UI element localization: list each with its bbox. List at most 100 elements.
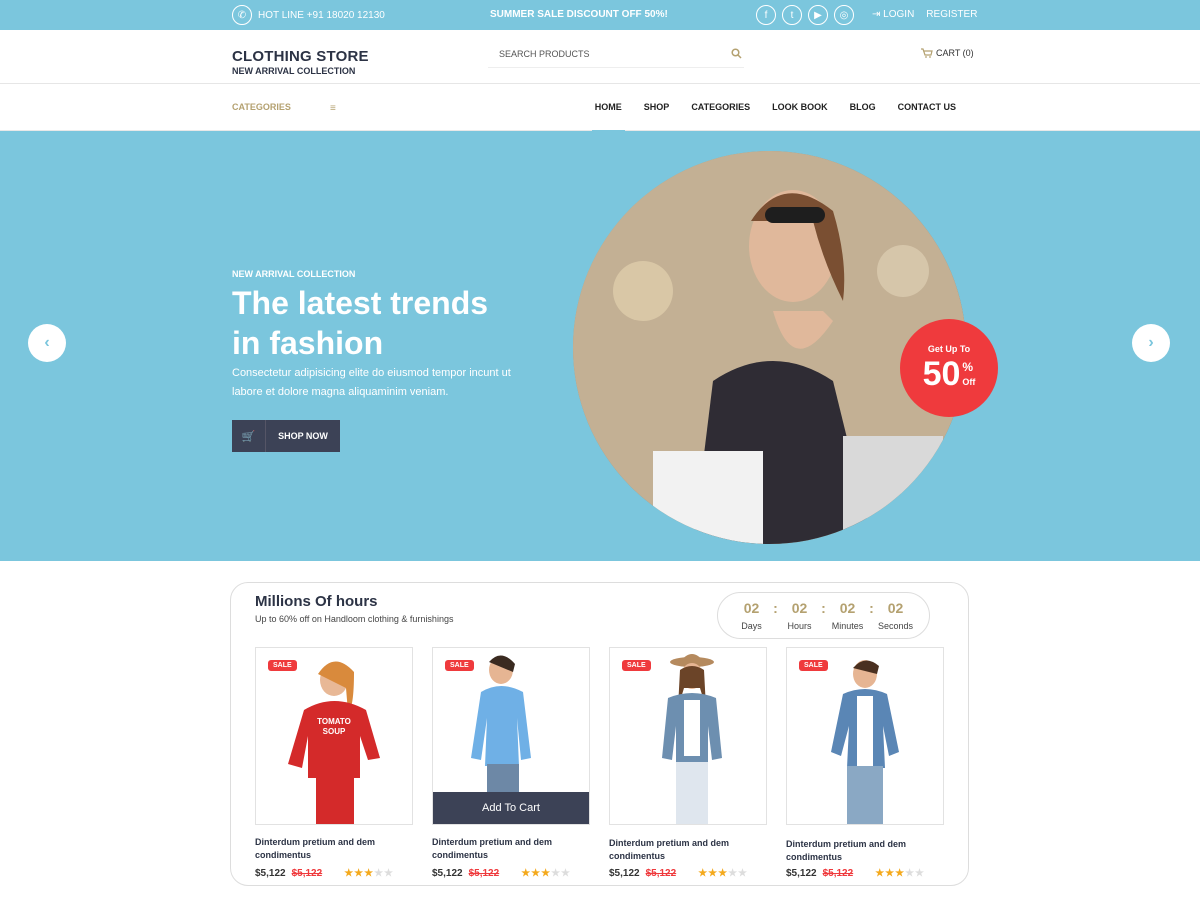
cart-link[interactable]: CART (0) [921,48,974,58]
rating-stars: ★★★★★ [521,868,572,879]
product-name[interactable]: Dinterdum pretium and dem condimentus [609,837,759,863]
deal-section: Millions Of hours Up to 60% off on Handl… [230,582,969,886]
product-card[interactable]: SALE Add To Cart [432,647,590,825]
rating-stars: ★★★★★ [344,868,395,879]
cart-icon [921,48,933,58]
timer-value: 02 [839,600,856,616]
sale-badge: SALE [622,660,651,671]
badge-top: Get Up To [927,344,971,354]
next-slide-button[interactable]: › [1132,324,1170,362]
timer-value: 02 [743,600,760,616]
nav-look-book[interactable]: LOOK BOOK [761,84,839,131]
timer-label: Seconds [877,621,914,631]
hero-text: Consectetur adipisicing elite do eiusmod… [232,367,511,398]
register-link[interactable]: REGISTER [926,9,977,20]
product-card[interactable]: SALE [609,647,767,825]
current-price: $5,122 [432,868,463,879]
badge-number: 50 [922,355,961,393]
prev-slide-button[interactable]: ‹ [28,324,66,362]
search-input[interactable] [499,48,719,59]
timer-seconds: 02 Seconds [876,600,916,631]
product-image [831,660,899,824]
product-name[interactable]: Dinterdum pretium and dem condimentus [786,838,936,864]
rating-stars: ★★★★★ [698,868,749,879]
shop-now-label: SHOP NOW [278,431,328,441]
rating-stars: ★★★★★ [875,868,926,879]
timer-label: Hours [787,621,812,631]
timer-separator: : [869,600,874,616]
header: CLOTHING STORE NEW ARRIVAL COLLECTION CA… [0,30,1200,84]
badge-off: Off [962,377,976,387]
old-price: $5,122 [291,868,323,879]
current-price: $5,122 [255,868,286,879]
deal-title: Millions Of hours [255,593,378,610]
add-to-cart-button[interactable]: Add To Cart [433,792,589,824]
facebook-icon[interactable]: f [756,5,776,25]
timer-value: 02 [791,600,808,616]
nav-shop[interactable]: SHOP [633,84,681,131]
hero-eyebrow: NEW ARRIVAL COLLECTION [232,269,356,279]
timer-separator: : [773,600,778,616]
sale-badge: SALE [445,660,474,671]
sale-badge: SALE [799,660,828,671]
product-price: $5,122 $5,122 ★★★★★ [255,868,394,879]
product-price: $5,122 $5,122 ★★★★★ [609,868,748,879]
sale-badge: SALE [268,660,297,671]
timer-minutes: 02 Minutes [828,600,868,631]
badge-percent: % [962,360,974,374]
search-icon[interactable] [731,48,742,59]
current-price: $5,122 [609,868,640,879]
twitter-icon[interactable]: t [782,5,802,25]
social-links: f t ▶ ◎ [756,5,854,25]
promo-text: SUMMER SALE DISCOUNT OFF 50%! [490,9,668,20]
search-box [488,40,744,68]
main-nav: CATEGORIES ≡ HOME SHOP CATEGORIES LOOK B… [0,84,1200,132]
menu: HOME SHOP CATEGORIES LOOK BOOK BLOG CONT… [584,84,967,132]
chevron-right-icon: › [1148,334,1154,351]
product-name[interactable]: Dinterdum pretium and dem condimentus [432,836,582,862]
cart-icon: 🛒 [232,420,266,452]
countdown-timer: 02 Days : 02 Hours : 02 Minutes : 02 Seconds [717,592,930,639]
categories-dropdown[interactable]: CATEGORIES [232,102,291,112]
svg-text:SOUP: SOUP [323,727,346,736]
product-price: $5,122 $5,122 ★★★★★ [432,868,571,879]
old-price: $5,122 [468,868,500,879]
login-icon: ⇥ [872,9,881,20]
current-price: $5,122 [786,868,817,879]
menu-lines-icon[interactable]: ≡ [330,103,336,114]
product-price: $5,122 $5,122 ★★★★★ [786,868,925,879]
timer-label: Days [741,621,762,631]
svg-text:TOMATO: TOMATO [317,717,351,726]
login-link[interactable]: ⇥ LOGIN [872,9,914,20]
store-title: CLOTHING STORE [232,48,369,65]
old-price: $5,122 [645,868,677,879]
nav-contact-us[interactable]: CONTACT US [887,84,967,131]
timer-label: Minutes [831,621,864,631]
nav-home[interactable]: HOME [584,84,633,132]
timer-hours: 02 Hours [780,600,820,631]
instagram-icon[interactable]: ◎ [834,5,854,25]
hotline-text: HOT LINE +91 18020 12130 [258,9,385,21]
product-image: TOMATO SOUP [288,661,380,824]
nav-categories[interactable]: CATEGORIES [680,84,761,131]
discount-badge: Get Up To 50 % Off [900,319,998,417]
logo[interactable]: CLOTHING STORE NEW ARRIVAL COLLECTION [232,48,369,76]
login-label: LOGIN [883,9,915,20]
auth-links: ⇥ LOGIN REGISTER [872,9,977,20]
phone-icon: ✆ [232,5,252,25]
hotline: ✆ HOT LINE +91 18020 12130 [232,5,385,25]
cart-label: CART (0) [936,48,974,58]
product-card[interactable]: SALE [786,647,944,825]
product-name[interactable]: Dinterdum pretium and dem condimentus [255,836,405,862]
top-bar: ✆ HOT LINE +91 18020 12130 SUMMER SALE D… [0,0,1200,30]
nav-blog[interactable]: BLOG [839,84,887,131]
timer-separator: : [821,600,826,616]
hero-title: The latest trends in fashion [232,285,489,361]
store-subtitle: NEW ARRIVAL COLLECTION [232,66,356,76]
youtube-icon[interactable]: ▶ [808,5,828,25]
deal-subtitle: Up to 60% off on Handloom clothing & fur… [255,614,454,624]
old-price: $5,122 [822,868,854,879]
product-card[interactable]: SALE TOMATO SOUP [255,647,413,825]
shop-now-button[interactable]: 🛒 SHOP NOW [232,420,340,452]
product-image [662,654,722,824]
